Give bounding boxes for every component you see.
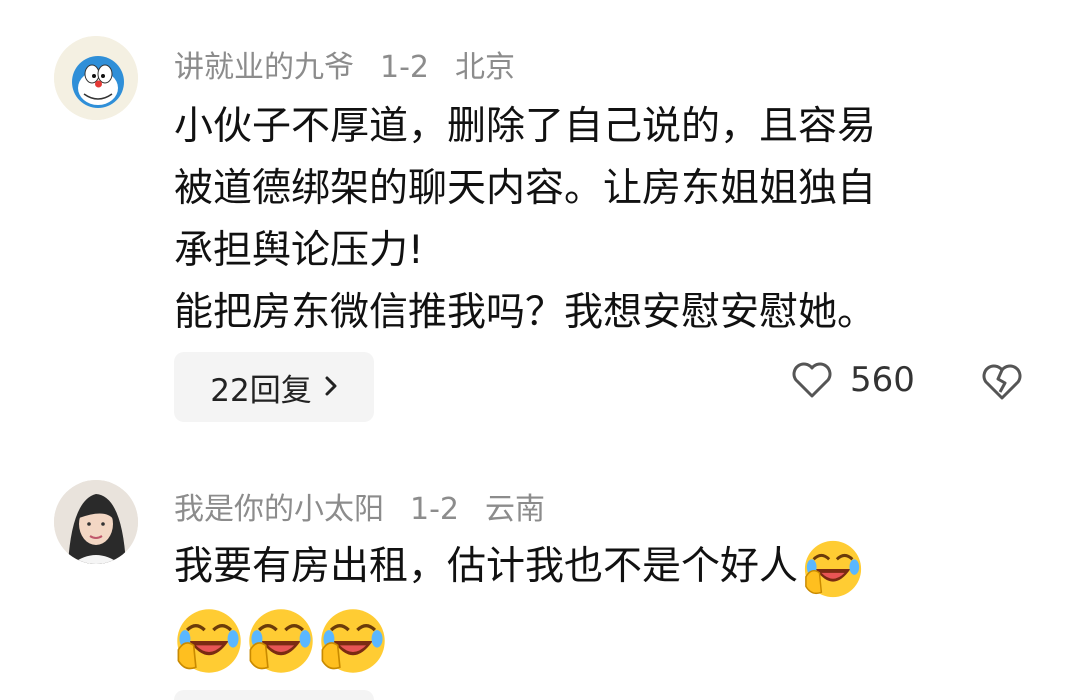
comment-item: 讲就业的九爷 1-2 北京 小伙子不厚道，删除了自己说的，且容易 被道德绑架的聊天内…: [0, 0, 1080, 450]
dislike-button[interactable]: [980, 362, 1024, 406]
broken-heart-icon: [982, 364, 1022, 400]
comment-meta: 我是你的小太阳 1-2 云南: [174, 484, 571, 528]
comment-text: 小伙子不厚道，删除了自己说的，且容易 被道德绑架的聊天内容。让房东姐姐独自 承担…: [174, 96, 876, 344]
like-count: 560: [850, 360, 915, 400]
comment-location: 云南: [485, 492, 545, 527]
comment-line: 承担舆论压力!: [174, 228, 424, 273]
username[interactable]: 我是你的小太阳: [174, 492, 384, 527]
laugh-cry-emoji: [318, 606, 388, 676]
replies-label: 22回复: [210, 372, 312, 409]
laugh-cry-emoji: [174, 606, 244, 676]
view-replies-button[interactable]: 22回复: [174, 352, 374, 422]
username[interactable]: 讲就业的九爷: [174, 50, 354, 85]
heart-icon: [792, 362, 832, 398]
comment-line: 被道德绑架的聊天内容。让房东姐姐独自: [174, 166, 877, 211]
laugh-cry-emoji: [802, 538, 864, 600]
comment-line: 能把房东微信推我吗？我想安慰安慰她。: [174, 290, 877, 335]
comment-location: 北京: [455, 50, 515, 85]
view-replies-button[interactable]: [174, 690, 374, 700]
laugh-cry-emoji: [246, 606, 316, 676]
comment-line: 小伙子不厚道，删除了自己说的，且容易: [174, 104, 877, 149]
chevron-right-icon: [324, 370, 338, 405]
comment-item: 我是你的小太阳 1-2 云南 我要有房出租，估计我也不是个好人: [0, 470, 1080, 700]
person-photo-avatar[interactable]: [54, 480, 138, 564]
like-button[interactable]: 560: [790, 360, 915, 400]
comment-line: 我要有房出租，估计我也不是个好人: [174, 544, 799, 589]
comment-date: 1-2: [380, 50, 429, 85]
comment-text: 我要有房出租，估计我也不是个好人: [174, 536, 864, 600]
doraemon-avatar[interactable]: [54, 36, 138, 120]
comment-date: 1-2: [410, 492, 459, 527]
emoji-row: [174, 606, 390, 676]
comment-meta: 讲就业的九爷 1-2 北京: [174, 42, 541, 86]
